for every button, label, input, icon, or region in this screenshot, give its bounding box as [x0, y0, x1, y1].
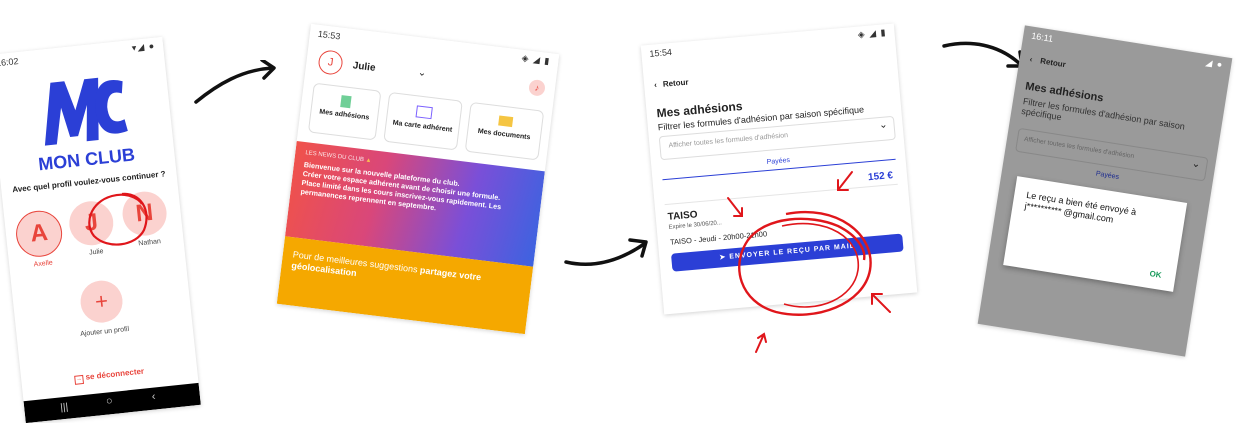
signal-icon: ▾◢ ● [131, 40, 156, 54]
back-icon[interactable]: ‹ [151, 391, 156, 403]
tile-ma-carte[interactable]: Ma carte adhérent [383, 91, 463, 151]
bell-icon[interactable]: ♪ [528, 78, 546, 97]
tile-mes-documents[interactable]: Mes documents [464, 101, 545, 161]
chevron-left-icon: ‹ [653, 80, 658, 90]
annotation-arrow [837, 171, 853, 191]
flow-arrow [564, 238, 648, 266]
logo [34, 71, 131, 150]
logout-icon: → [74, 374, 85, 385]
divider [664, 183, 898, 206]
annotation-arrow [727, 197, 743, 217]
annotation-arrow [871, 293, 891, 313]
flow-arrow [942, 41, 1024, 68]
flow-arrow [194, 60, 276, 104]
signal-icon: ◢ ● [1204, 57, 1224, 70]
recent-apps-icon[interactable]: ||| [60, 402, 69, 414]
select-placeholder: Afficher toutes les formules d'adhésion [668, 132, 789, 150]
status-time: 15:53 [317, 28, 341, 42]
confirmation-dialog: Le reçu a bien été envoyé à j********** … [1003, 176, 1188, 292]
status-bar: 16:02 ▾◢ ● [0, 36, 165, 74]
plus-icon: + [78, 278, 125, 325]
dialog-message: Le reçu a bien été envoyé à j********** … [1023, 189, 1137, 225]
profile-name: Julie [352, 59, 377, 74]
annotation-circle [88, 192, 148, 246]
home-icon[interactable]: ○ [105, 395, 113, 408]
android-nav-bar: ||| ○ ‹ [23, 382, 201, 423]
chevron-down-icon: ⌄ [417, 67, 427, 80]
price: 152 € [867, 170, 894, 184]
chevron-down-icon: ⌄ [878, 119, 889, 132]
avatar: J [317, 49, 344, 76]
signal-icon: ◈ ◢ ▮ [521, 52, 551, 67]
card-icon [415, 105, 433, 120]
back-button[interactable]: ‹ Retour [1029, 55, 1066, 70]
add-profile-label: Ajouter un profil [79, 325, 130, 338]
screen-home: 15:53 ◈ ◢ ▮ J Julie ⌄ ♪ Mes adhésions Ma… [276, 23, 560, 335]
tile-mes-adhesions[interactable]: Mes adhésions [307, 82, 382, 141]
profile-name: Axelle [33, 259, 54, 269]
status-bar: 16:11 ◢ ● [1022, 25, 1232, 76]
membership-name: TAISO [667, 209, 698, 223]
avatar: A [13, 208, 65, 260]
tile-label: Mes documents [477, 127, 531, 142]
add-profile-button[interactable]: + [75, 278, 127, 325]
status-time: 15:54 [649, 46, 673, 59]
annotation-circle [738, 210, 872, 316]
ok-button[interactable]: OK [1149, 269, 1162, 280]
chevron-down-icon: ⌄ [1191, 158, 1202, 171]
annotation-arrow [755, 332, 767, 353]
chevron-left-icon: ‹ [1029, 54, 1034, 64]
status-bar: 15:54 ◈ ◢ ▮ [641, 23, 896, 63]
tile-label: Ma carte adhérent [392, 119, 453, 134]
avatar-initial: A [29, 218, 50, 248]
status-time: 16:02 [0, 55, 19, 69]
folder-icon [498, 115, 514, 128]
profile-axelle[interactable]: A Axelle [13, 208, 68, 270]
status-time: 16:11 [1030, 30, 1054, 44]
news-body: Bienvenue sur la nouvelle plateforme du … [300, 160, 502, 213]
tile-label: Mes adhésions [318, 108, 370, 122]
back-button[interactable]: ‹ Retour [654, 78, 689, 90]
bell-emoji-icon: ▲ [365, 157, 372, 165]
document-icon [340, 95, 352, 109]
signal-icon: ◈ ◢ ▮ [857, 27, 887, 40]
select-placeholder: Afficher toutes les formules d'adhésion [1023, 135, 1135, 161]
